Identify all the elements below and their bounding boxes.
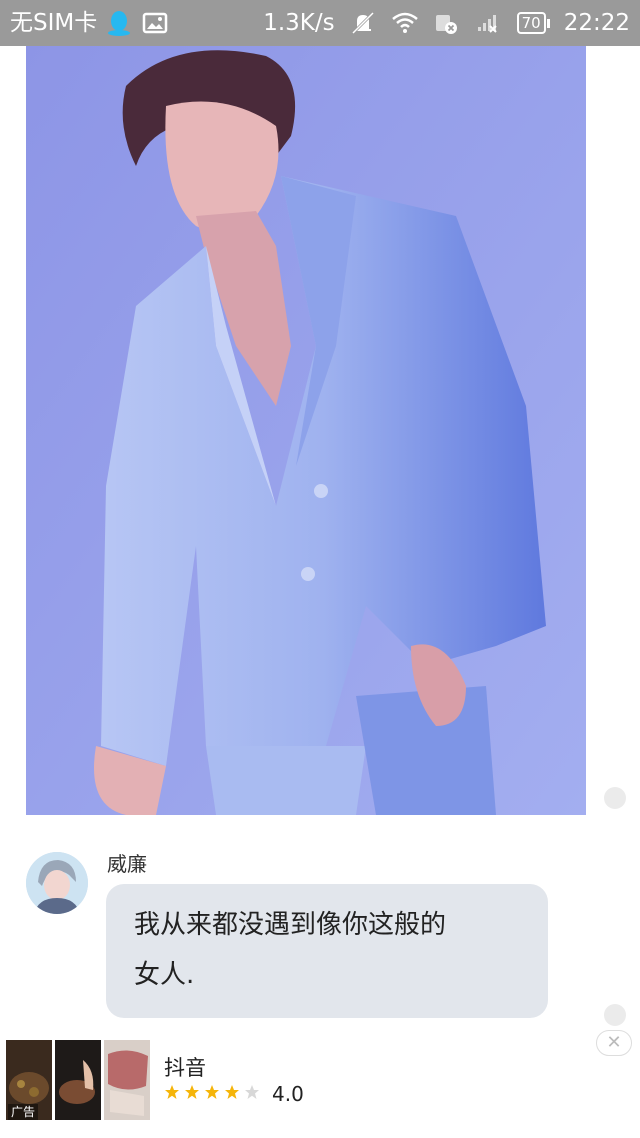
mute-icon xyxy=(349,9,377,37)
rating-stars xyxy=(164,1084,260,1100)
battery-icon: 70 xyxy=(516,12,550,34)
message-line: 女人. xyxy=(134,960,195,990)
rating-value: 4.0 xyxy=(272,1082,304,1106)
signal-icon xyxy=(475,9,503,37)
message-bubble[interactable]: 我从来都没遇到像你这般的 女人. xyxy=(106,884,548,1018)
star-icon xyxy=(225,1085,239,1099)
ad-thumbnail[interactable] xyxy=(104,1040,150,1120)
star-icon xyxy=(205,1085,219,1099)
sender-name: 威廉 xyxy=(107,852,147,876)
ad-app-name[interactable]: 抖音 xyxy=(164,1052,206,1082)
qq-icon xyxy=(105,9,133,37)
battery-level: 70 xyxy=(516,12,546,34)
image-icon xyxy=(141,9,169,37)
ad-label: 广告 xyxy=(8,1104,39,1120)
sync-icon xyxy=(433,9,461,37)
status-bar: 无SIM卡 1.3K/s 70 22:22 xyxy=(0,0,640,46)
carrier-text: 无SIM卡 xyxy=(10,10,98,36)
scroll-indicator xyxy=(604,1004,626,1026)
message-line: 我从来都没遇到像你这般的 xyxy=(134,910,447,940)
ad-thumbnail[interactable] xyxy=(55,1040,101,1120)
star-icon xyxy=(245,1085,259,1099)
star-icon xyxy=(185,1085,199,1099)
avatar[interactable] xyxy=(26,852,88,914)
clock: 22:22 xyxy=(563,10,630,36)
message-photo[interactable] xyxy=(26,46,586,815)
scroll-indicator xyxy=(604,787,626,809)
wifi-icon xyxy=(391,9,419,37)
star-icon xyxy=(165,1085,179,1099)
close-icon: ✕ xyxy=(606,1032,622,1053)
network-speed: 1.3K/s xyxy=(263,10,335,36)
close-ad-button[interactable]: ✕ xyxy=(596,1030,632,1056)
